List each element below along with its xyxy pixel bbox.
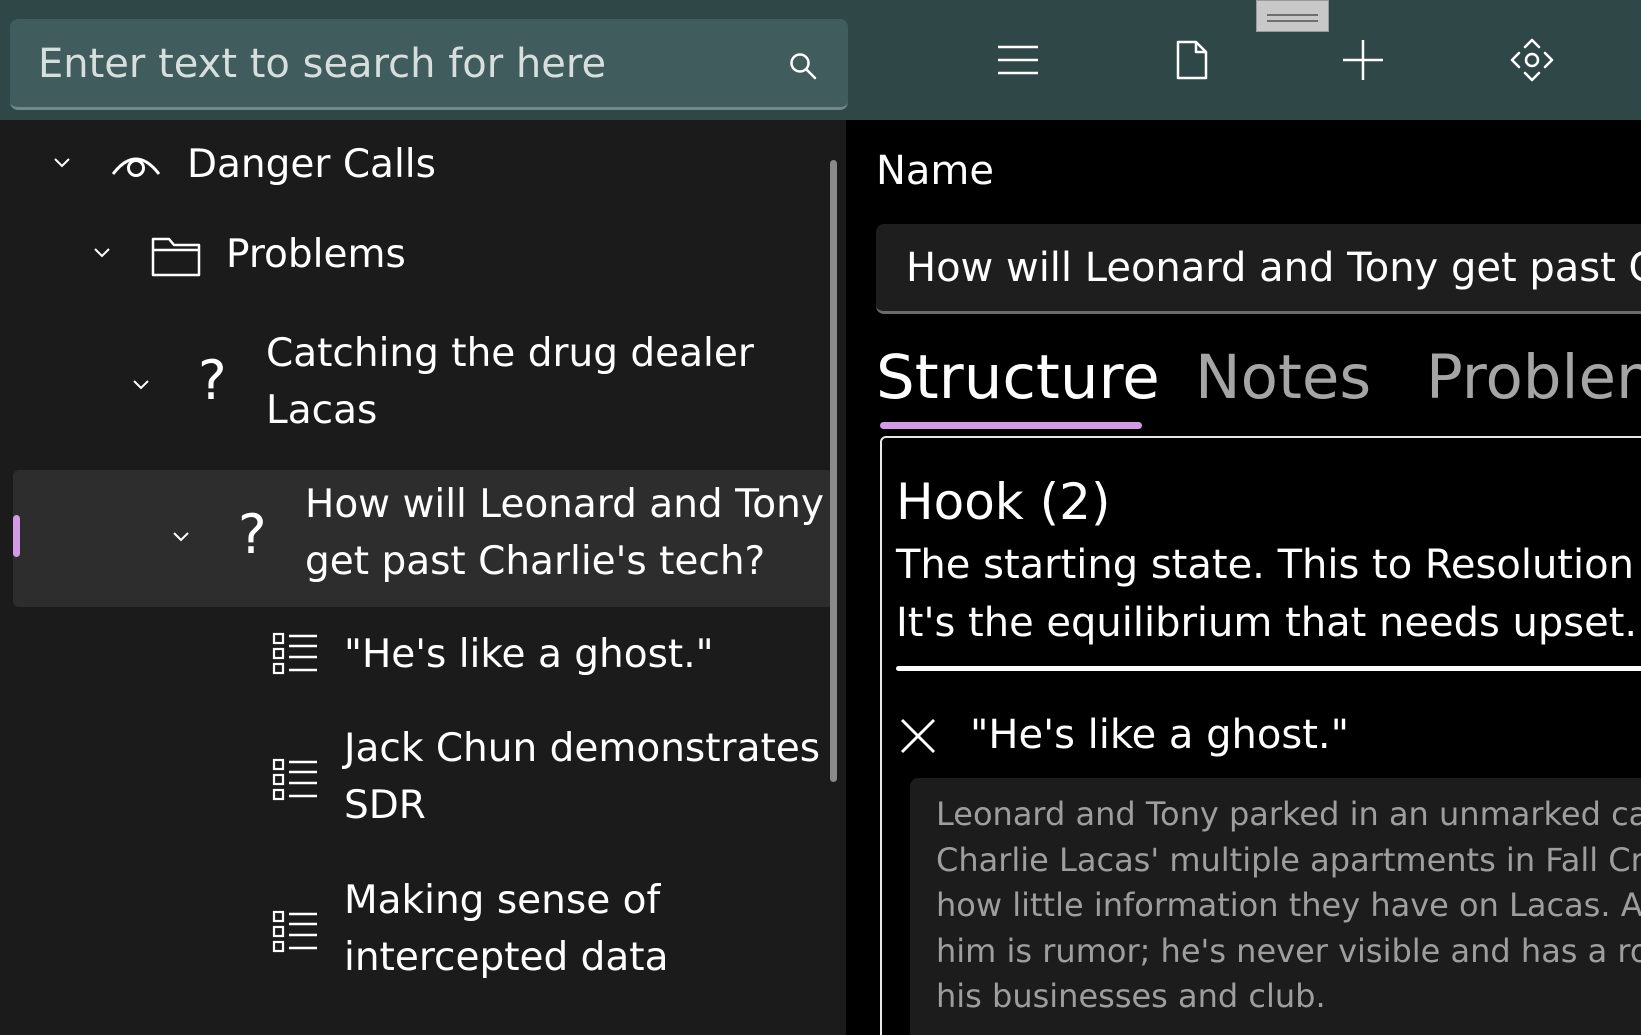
search-input[interactable] xyxy=(36,19,780,109)
tree-item-how-will-leonard-and-tony[interactable]: ? How will Leonard and Tony get past Cha… xyxy=(0,470,846,607)
tab-problems[interactable]: Problems xyxy=(1426,338,1641,418)
list-icon xyxy=(272,910,317,953)
card-title: Hook (2) xyxy=(896,473,1111,531)
tree-scrollbar[interactable] xyxy=(830,160,837,782)
plus-icon xyxy=(1343,40,1383,80)
card-description-line-1: The starting state. This to Resolution f… xyxy=(896,542,1641,588)
list-icon xyxy=(272,758,317,801)
detail-panel: Name Structure Notes Problems Hook (2) T… xyxy=(846,120,1641,1035)
eye-icon xyxy=(111,157,161,177)
tree-item-label-line-1: Making sense of xyxy=(344,878,661,923)
tree-item-label-line-1: Catching the drug dealer xyxy=(266,331,754,376)
tree-item-label-line-2: SDR xyxy=(344,783,426,828)
question-icon: ? xyxy=(198,349,227,412)
tree-item-hes-like-a-ghost[interactable]: "He's like a ghost." xyxy=(0,620,846,690)
tree-item-label: Danger Calls xyxy=(187,142,436,187)
tree-item-problems[interactable]: Problems xyxy=(0,220,846,290)
active-tab-indicator xyxy=(880,422,1142,429)
tree-item-label: "He's like a ghost." xyxy=(344,632,714,677)
name-input[interactable] xyxy=(904,224,1641,312)
tree-item-label-line-1: Jack Chun demonstrates xyxy=(344,726,821,771)
card-description-line-2: It's the equilibrium that needs upset. xyxy=(896,600,1638,646)
question-icon: ? xyxy=(238,503,267,566)
list-icon xyxy=(272,632,317,675)
tab-notes[interactable]: Notes xyxy=(1195,338,1371,418)
search-icon[interactable] xyxy=(788,51,818,81)
top-bar xyxy=(0,0,1641,120)
menu-button[interactable] xyxy=(992,34,1044,86)
tree-item-catching-the-drug-dealer[interactable]: ? Catching the drug dealer Lacas xyxy=(0,320,846,450)
folder-icon xyxy=(151,237,201,277)
name-label: Name xyxy=(876,148,995,194)
add-button[interactable] xyxy=(1337,34,1389,86)
name-field[interactable] xyxy=(876,224,1641,314)
card-divider xyxy=(896,666,1641,671)
outline-tree: Danger Calls Problems ? Catching the dru… xyxy=(0,120,846,1035)
move-icon xyxy=(1510,38,1554,82)
beat-title: "He's like a ghost." xyxy=(970,712,1350,758)
chevron-down-icon[interactable] xyxy=(131,374,151,394)
tab-structure[interactable]: Structure xyxy=(876,338,1160,418)
tree-item-making-sense-of-intercepted-data[interactable]: Making sense of intercepted data xyxy=(0,872,846,992)
document-icon xyxy=(1176,40,1208,80)
tree-item-label-line-1: How will Leonard and Tony xyxy=(305,482,824,527)
tree-item-danger-calls[interactable]: Danger Calls xyxy=(0,130,846,200)
close-icon[interactable] xyxy=(898,716,938,756)
structure-card: Hook (2) The starting state. This to Res… xyxy=(880,436,1641,1035)
chevron-down-icon[interactable] xyxy=(92,242,112,262)
tree-item-label-line-2: Lacas xyxy=(266,388,378,433)
drag-handle[interactable] xyxy=(1256,0,1329,32)
tree-item-label-line-2: get past Charlie's tech? xyxy=(305,539,766,584)
chevron-down-icon[interactable] xyxy=(52,152,72,172)
tree-item-jack-chun-demonstrates-sdr[interactable]: Jack Chun demonstrates SDR xyxy=(0,720,846,840)
search-box[interactable] xyxy=(10,19,848,110)
chevron-down-icon[interactable] xyxy=(171,526,191,546)
tree-item-label-line-2: intercepted data xyxy=(344,935,669,980)
card-description: The starting state. This to Resolution f… xyxy=(896,536,1641,652)
menu-icon xyxy=(998,45,1038,75)
move-button[interactable] xyxy=(1506,34,1558,86)
beat-notes[interactable]: Leonard and Tony parked in an unmarked c… xyxy=(910,778,1641,1035)
new-document-button[interactable] xyxy=(1166,34,1218,86)
tree-item-label: Problems xyxy=(226,232,406,277)
